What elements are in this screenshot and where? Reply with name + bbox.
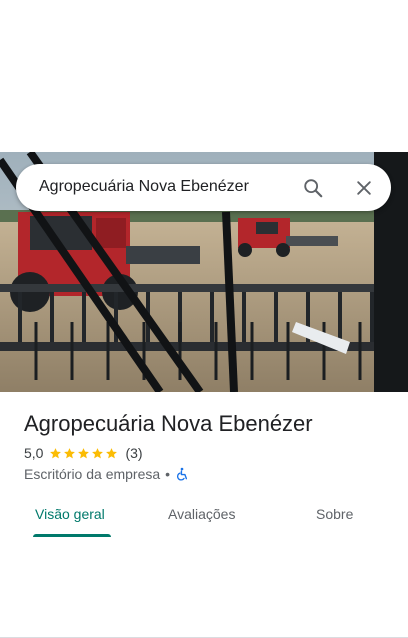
place-title: Agropecuária Nova Ebenézer xyxy=(24,411,313,436)
rating-stars xyxy=(49,447,119,460)
place-tabs: Visão geral Avaliações Sobre xyxy=(0,495,408,638)
search-bar[interactable]: Agropecuária Nova Ebenézer xyxy=(16,164,391,211)
close-button[interactable] xyxy=(348,172,380,204)
category-row: Escritório da empresa • xyxy=(24,466,189,482)
rating-value: 5,0 xyxy=(24,445,44,461)
search-icon xyxy=(304,179,323,198)
review-count[interactable]: (3) xyxy=(125,445,142,461)
active-tab-indicator xyxy=(33,534,111,537)
rating-row[interactable]: 5,0 (3) xyxy=(24,445,143,461)
star-icon xyxy=(106,447,118,458)
close-icon xyxy=(357,181,371,195)
star-icon xyxy=(50,447,62,458)
star-icon xyxy=(64,447,76,458)
tab-overview[interactable]: Visão geral xyxy=(35,506,105,522)
place-info-panel: Agropecuária Nova Ebenézer 5,0 (3) Escri… xyxy=(0,392,408,638)
star-icon xyxy=(78,447,90,458)
search-input[interactable]: Agropecuária Nova Ebenézer xyxy=(39,178,249,196)
search-button[interactable] xyxy=(297,172,329,204)
place-category: Escritório da empresa xyxy=(24,466,161,482)
map-top-area xyxy=(0,0,408,152)
tab-about[interactable]: Sobre xyxy=(316,506,353,522)
star-icon xyxy=(92,447,104,458)
wheelchair-icon xyxy=(177,467,188,481)
separator-dot: • xyxy=(165,466,171,482)
tab-reviews[interactable]: Avaliações xyxy=(168,506,235,522)
